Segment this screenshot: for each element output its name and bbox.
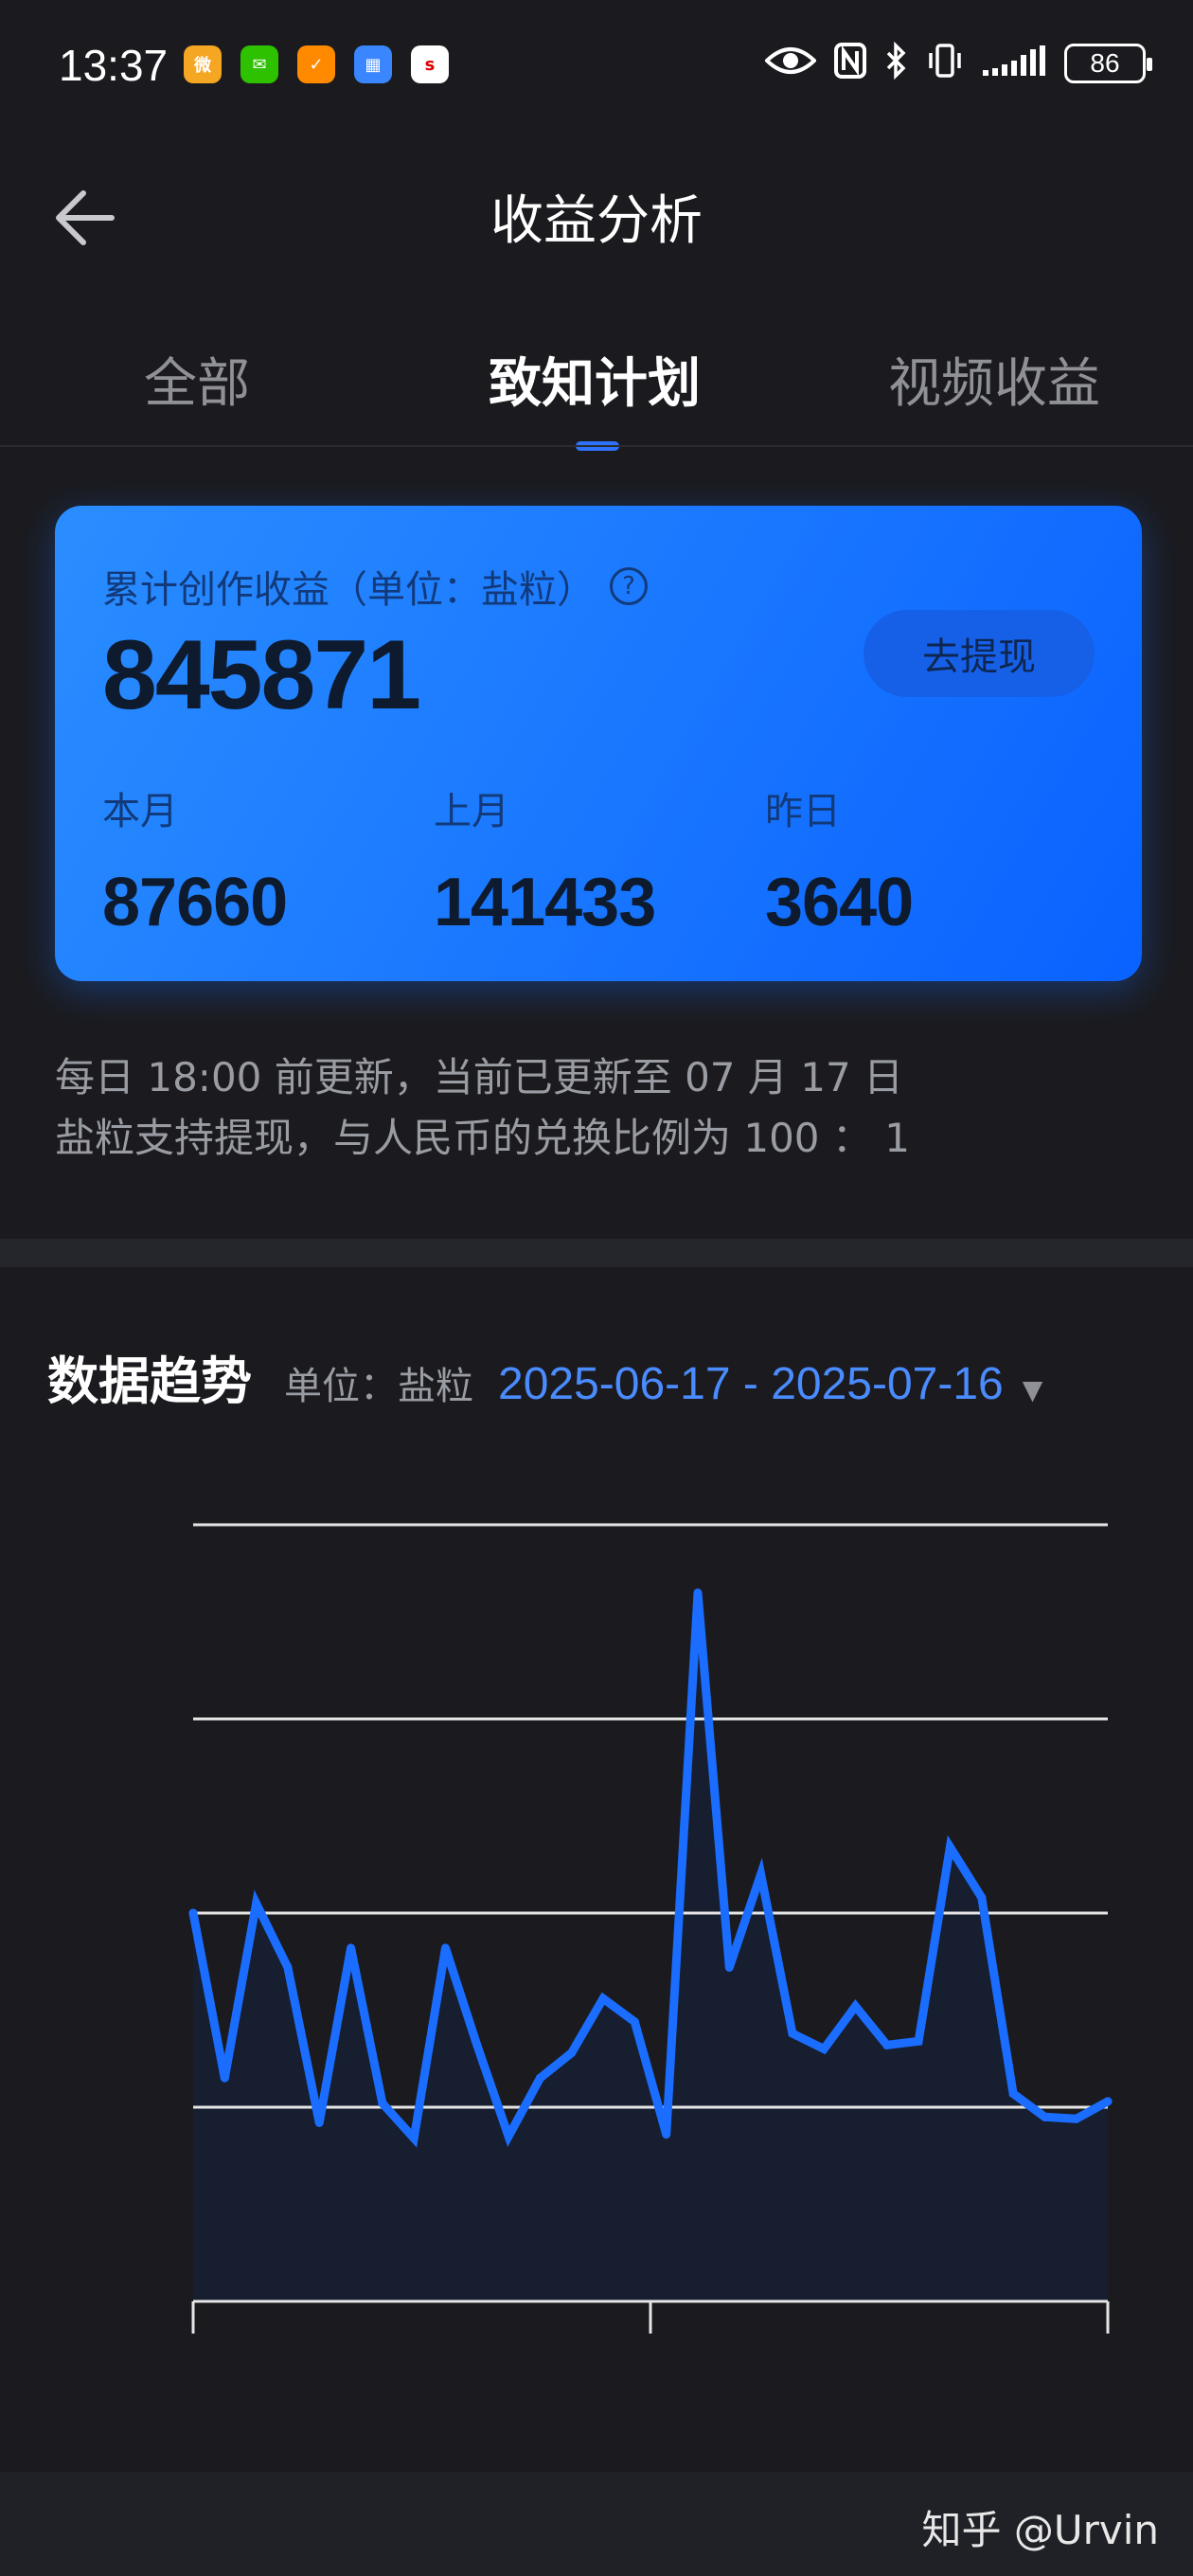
data-point [347, 1943, 356, 1953]
data-point [724, 1962, 734, 1972]
data-point [472, 2040, 482, 2049]
data-point [757, 1869, 766, 1879]
data-point [662, 2130, 671, 2139]
data-point [1040, 2112, 1049, 2121]
data-point [1072, 2114, 1081, 2123]
system-icons: 86 [764, 41, 1152, 85]
eye-icon [764, 44, 817, 83]
stat-value: 87660 [102, 865, 288, 940]
data-point [1008, 2089, 1018, 2099]
page-title: 收益分析 [490, 190, 703, 252]
bluetooth-icon [884, 41, 909, 85]
status-bar: 13:37 微 ✉ ✓ ▦ s 86 [0, 0, 1193, 133]
caret-down-icon[interactable]: ▼ [1023, 1374, 1043, 1405]
withdraw-button[interactable]: 去提现 [864, 610, 1095, 697]
data-point [914, 2036, 923, 2046]
app-header: 收益分析 [0, 152, 1193, 284]
trend-unit: 单位：盐粒 [284, 1365, 473, 1408]
data-point [693, 1588, 703, 1598]
data-point [535, 2073, 544, 2083]
data-point [440, 1943, 450, 1953]
watermark: 知乎 @Urvin [921, 2507, 1159, 2553]
data-point [220, 2073, 229, 2083]
tab-video-earnings[interactable]: 视频收益 [888, 341, 1100, 418]
stat-yesterday: 昨日 3640 [765, 780, 914, 941]
calendar-icon: ▦ [354, 45, 392, 83]
data-point [504, 2132, 513, 2141]
stat-value: 141433 [434, 865, 656, 940]
area-fill [193, 1592, 1108, 2301]
help-icon[interactable]: ? [610, 567, 648, 605]
tab-all[interactable]: 全部 [144, 341, 250, 418]
stat-label: 本月 [102, 790, 178, 833]
taobao-icon: ✓ [297, 45, 335, 83]
battery-indicator: 86 [1064, 44, 1152, 83]
cumulative-earnings-label: 累计创作收益（单位：盐粒） ? [102, 559, 648, 614]
trend-chart [0, 1477, 1193, 2349]
exchange-note-line: 盐粒支持提现，与人民币的兑换比例为 100 ： 1 [55, 1115, 910, 1161]
notification-icons: 微 ✉ ✓ ▦ s [184, 45, 449, 83]
stat-last-month: 上月 141433 [434, 780, 656, 941]
stat-label: 上月 [434, 790, 509, 833]
data-point [977, 1893, 987, 1903]
vibrate-icon [926, 42, 964, 85]
signal-icon [981, 44, 1047, 83]
earnings-card: 累计创作收益（单位：盐粒） ? 845871 去提现 本月 87660 上月 1… [55, 506, 1142, 981]
status-time: 13:37 [59, 41, 169, 90]
stat-label: 昨日 [765, 790, 841, 833]
data-point [378, 2099, 387, 2108]
data-point [314, 2118, 324, 2127]
data-point [188, 1908, 198, 1918]
data-point [409, 2134, 418, 2143]
stat-value: 3640 [765, 865, 914, 940]
nfc-icon [833, 42, 867, 85]
update-note-line: 每日 18:00 前更新，当前已更新至 07 月 17 日 [55, 1054, 904, 1100]
data-point [945, 1842, 954, 1852]
cumulative-earnings-label-text: 累计创作收益（单位：盐粒） [102, 568, 595, 612]
update-notes: 每日 18:00 前更新，当前已更新至 07 月 17 日 盐粒支持提现，与人民… [55, 1047, 910, 1169]
data-point [598, 1994, 608, 2003]
trend-header: 数据趋势 单位：盐粒 2025-06-17 - 2025-07-16 ▼ [47, 1339, 1042, 1414]
app-screen: 13:37 微 ✉ ✓ ▦ s 86 收益分析 全部 致知计划 视频收益 累计创… [0, 0, 1193, 2576]
data-point [283, 1962, 293, 1972]
date-range-selector[interactable]: 2025-06-17 - 2025-07-16 [498, 1358, 1004, 1410]
tabs-divider [0, 445, 1193, 447]
data-point [788, 2029, 797, 2038]
wechat-icon: ✉ [240, 45, 278, 83]
trend-title: 数据趋势 [47, 1351, 252, 1411]
data-point [1103, 2097, 1113, 2106]
tab-zhizhi-plan[interactable]: 致知计划 [489, 341, 701, 418]
data-point [851, 2001, 861, 2011]
sina-icon: s [411, 45, 449, 83]
data-point [252, 1899, 261, 1908]
data-point [819, 2045, 828, 2053]
trend-chart-svg [188, 1523, 1113, 2334]
tab-bar: 全部 致知计划 视频收益 [0, 331, 1193, 451]
data-point [630, 2017, 639, 2027]
data-point [567, 2048, 577, 2058]
data-point [882, 2040, 892, 2049]
weibo-icon: 微 [184, 45, 222, 83]
stat-this-month: 本月 87660 [102, 780, 288, 941]
section-divider [0, 1239, 1193, 1267]
cumulative-earnings-value: 845871 [102, 620, 421, 730]
